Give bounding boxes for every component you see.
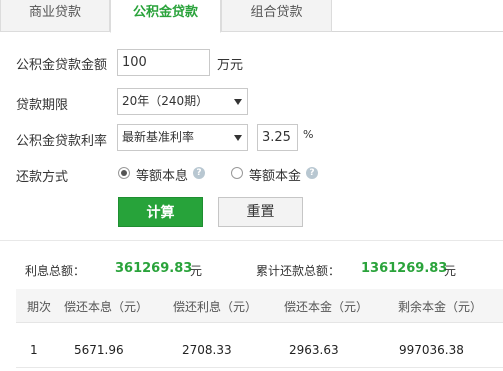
table-row-divider	[16, 367, 503, 368]
tab-provident-fund-loan[interactable]: 公积金贷款	[110, 0, 221, 33]
column-header-installment: 偿还本息（元）	[64, 300, 149, 314]
loan-term-value: 20年（240期）	[122, 94, 209, 108]
loan-term-label: 贷款期限	[16, 98, 69, 113]
total-interest-label: 利息总额：	[25, 264, 86, 278]
total-interest-value: 361269.83	[115, 261, 193, 276]
column-header-remaining: 剩余本金（元）	[398, 300, 483, 314]
tab-combined-loan[interactable]: 组合贷款	[221, 0, 332, 32]
loan-amount-input[interactable]: 100	[117, 49, 210, 76]
table-cell-principal: 2963.63	[289, 343, 339, 357]
total-interest-unit: 元	[190, 264, 203, 278]
column-header-interest: 偿还利息（元）	[173, 300, 258, 314]
loan-amount-label: 公积金贷款金额	[16, 58, 108, 73]
loan-term-select[interactable]: 20年（240期）	[117, 88, 248, 115]
radio-equal-installment-label[interactable]: 等额本息	[136, 165, 188, 184]
total-repayment-label: 累计还款总额：	[256, 264, 341, 278]
reset-button[interactable]: 重置	[218, 197, 303, 227]
tab-commercial-loan[interactable]: 商业贷款	[0, 0, 110, 32]
chevron-down-icon	[234, 99, 242, 105]
question-icon[interactable]: ?	[193, 167, 205, 179]
interest-rate-label: 公积金贷款利率	[16, 134, 108, 149]
table-cell-installment: 5671.96	[74, 343, 124, 357]
radio-equal-principal-label[interactable]: 等额本金	[249, 165, 301, 184]
rate-type-value: 最新基准利率	[122, 130, 195, 144]
loan-type-tabs: 商业贷款 公积金贷款 组合贷款	[0, 0, 503, 33]
column-header-period: 期次	[27, 300, 52, 314]
radio-equal-principal[interactable]	[231, 167, 243, 179]
radio-equal-installment[interactable]	[118, 167, 130, 179]
total-repayment-value: 1361269.83	[361, 261, 448, 276]
repayment-method-label: 还款方式	[16, 170, 69, 185]
question-icon[interactable]: ?	[306, 167, 318, 179]
column-header-principal: 偿还本金（元）	[284, 300, 369, 314]
calculate-button[interactable]: 计算	[118, 197, 203, 227]
total-repayment-unit: 元	[444, 264, 457, 278]
table-cell-remaining: 997036.38	[399, 343, 464, 357]
loan-amount-unit: 万元	[217, 58, 244, 73]
table-cell-period: 1	[30, 343, 38, 357]
rate-type-select[interactable]: 最新基准利率	[117, 124, 248, 151]
chevron-down-icon	[234, 135, 242, 141]
interest-rate-unit: %	[303, 128, 314, 141]
interest-rate-input[interactable]: 3.25	[257, 124, 298, 151]
table-cell-interest: 2708.33	[182, 343, 232, 357]
